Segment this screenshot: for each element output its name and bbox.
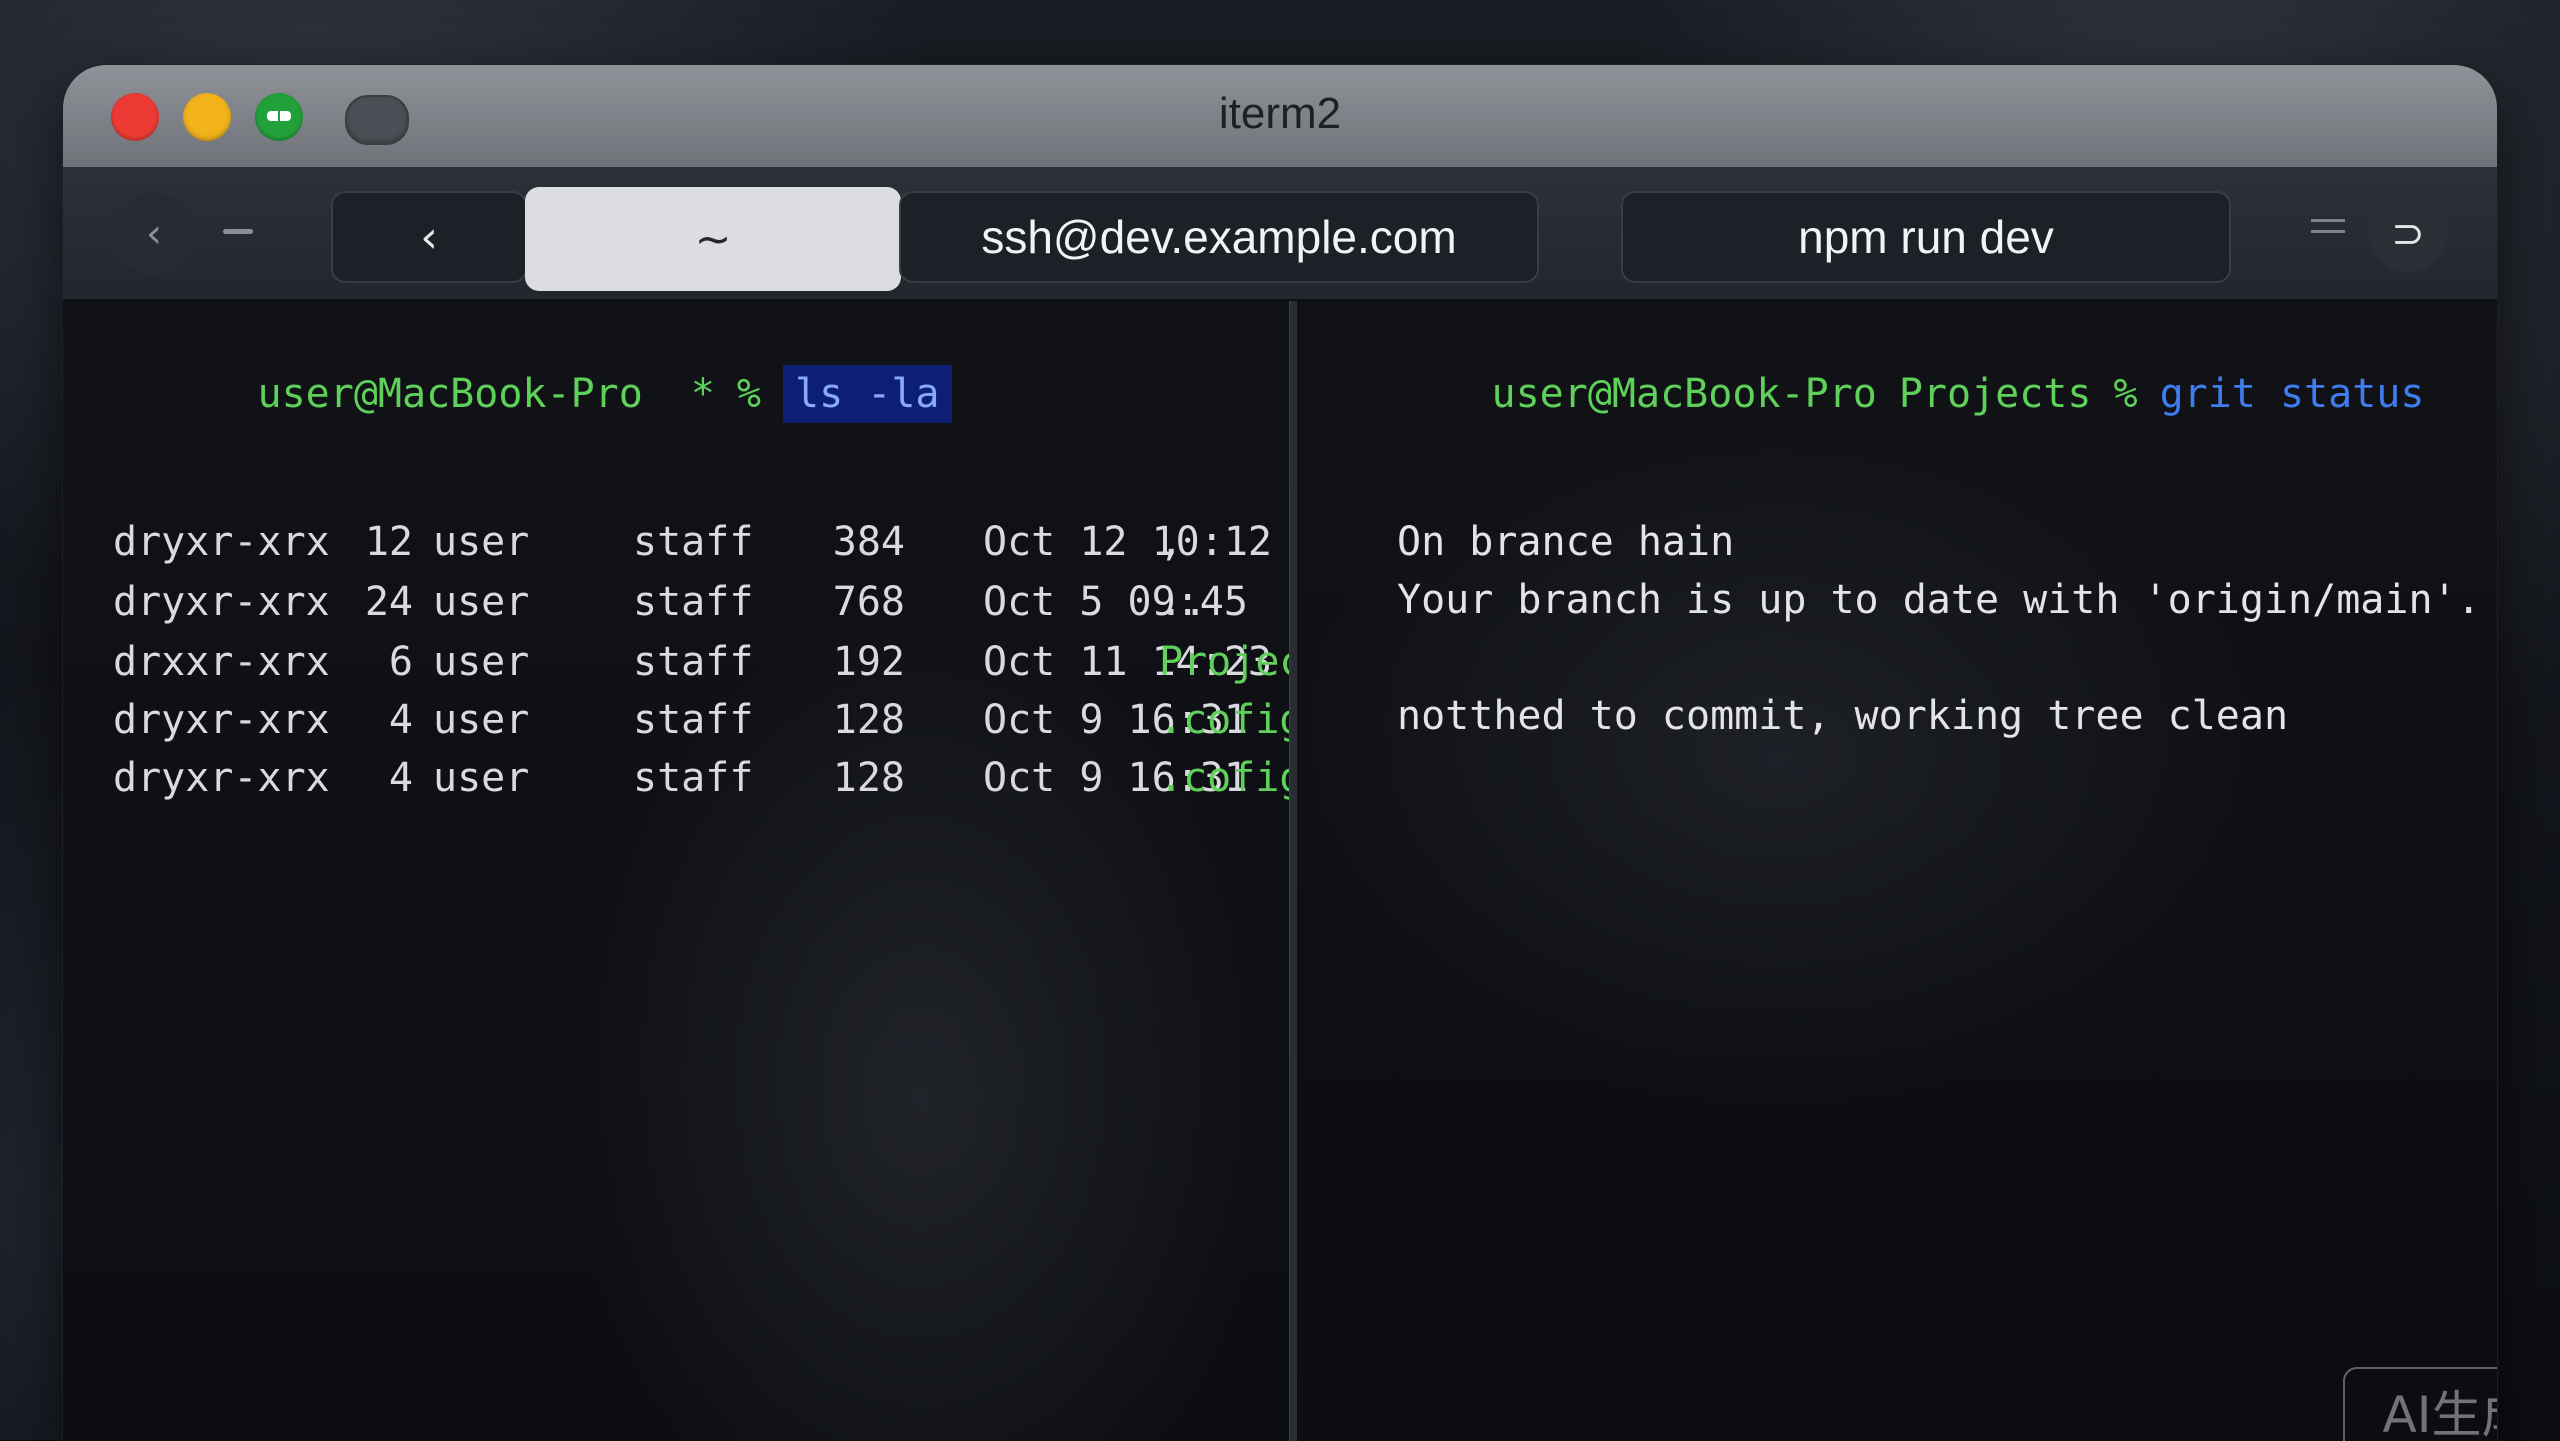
command-text: ls -la: [783, 365, 952, 423]
listing-size: 128: [832, 697, 905, 743]
window-title: iterm2: [1218, 89, 1342, 138]
listing-group: staff: [633, 519, 754, 565]
listing-links: 24: [364, 579, 413, 625]
listing-group: staff: [633, 639, 754, 685]
listing-name: .cofig: [1159, 755, 1289, 801]
output-line: Your branch is up to date with 'origin/m…: [1397, 577, 2481, 623]
listing-links: 4: [388, 697, 413, 743]
tab-ssh[interactable]: ssh@dev.example.com: [899, 191, 1539, 283]
tab-home[interactable]: ~: [525, 187, 901, 291]
tab-menu-button[interactable]: ⊃: [2369, 195, 2447, 273]
prompt-line: user@MacBook-Pro Projects% grit status: [1347, 325, 2425, 463]
listing-perms: dryxr-xrx: [113, 519, 330, 565]
listing-name: ,: [1159, 519, 1184, 565]
terminal-window: iterm2 ‹ ‹ ~ ssh@dev.example.com npm run…: [62, 64, 2498, 1441]
tab-label: ssh@dev.example.com: [981, 211, 1457, 263]
listing-group: staff: [633, 579, 754, 625]
prompt-user: user@MacBook-Pro: [257, 371, 643, 417]
right-terminal-pane[interactable]: user@MacBook-Pro Projects% grit status On …: [1297, 301, 2497, 1441]
prompt-symbol: %: [736, 371, 761, 417]
watermark-badge: AI生成: [2343, 1367, 2497, 1441]
output-line: On brance hain: [1397, 519, 1735, 565]
listing-name: ..: [1159, 579, 1208, 625]
listing-perms: dryxr-xrx: [113, 755, 330, 801]
chevron-left-icon: ‹: [146, 211, 162, 257]
chevron-left-icon: ‹: [420, 211, 438, 263]
minus-icon[interactable]: [223, 229, 253, 234]
listing-date: Oct 5 09:45: [983, 579, 1248, 625]
listing-owner: user: [433, 697, 530, 743]
tab-label: ~: [694, 213, 732, 265]
command-text: grit status: [2159, 371, 2425, 417]
listing-date: Oct 12 10:12: [983, 519, 1272, 565]
listing-owner: user: [433, 639, 530, 685]
listing-links: 6: [388, 639, 413, 685]
listing-links: 12: [364, 519, 413, 565]
nav-back-button[interactable]: ‹: [113, 193, 195, 275]
prompt-dir: Projects: [1898, 371, 2092, 417]
listing-owner: user: [433, 755, 530, 801]
listing-perms: drxxr-xrx: [113, 639, 330, 685]
listing-group: staff: [633, 697, 754, 743]
listing-size: 768: [832, 579, 905, 625]
menu-icon: ⊃: [2391, 211, 2425, 257]
listing-name: .cofig: [1159, 697, 1289, 743]
listing-size: 192: [832, 639, 905, 685]
tab-label: npm run dev: [1798, 211, 2054, 263]
prompt-dir: *: [690, 371, 715, 417]
tab-npm-run-dev[interactable]: npm run dev: [1621, 191, 2231, 283]
tab-bar: ‹ ‹ ~ ssh@dev.example.com npm run dev ⊃: [63, 167, 2497, 300]
prompt-user: user@MacBook-Pro: [1491, 371, 1877, 417]
tab-back-button[interactable]: ‹: [331, 191, 527, 283]
listing-perms: dryxr-xrx: [113, 697, 330, 743]
listing-owner: user: [433, 579, 530, 625]
listing-group: staff: [633, 755, 754, 801]
output-line: notthed to commit, working tree clean: [1397, 693, 2289, 739]
equals-icon[interactable]: [2311, 219, 2345, 233]
prompt-symbol: %: [2113, 371, 2138, 417]
listing-owner: user: [433, 519, 530, 565]
listing-size: 384: [832, 519, 905, 565]
listing-size: 128: [832, 755, 905, 801]
listing-perms: dryxr-xrx: [113, 579, 330, 625]
listing-links: 4: [388, 755, 413, 801]
left-terminal-pane[interactable]: user@MacBook-Pro *% ls -la dryxr-xrx 12 user…: [63, 301, 1289, 1441]
prompt-line: user@MacBook-Pro *% ls -la: [113, 325, 952, 463]
listing-name: Projects: [1159, 639, 1289, 685]
title-bar[interactable]: iterm2: [63, 65, 2497, 168]
